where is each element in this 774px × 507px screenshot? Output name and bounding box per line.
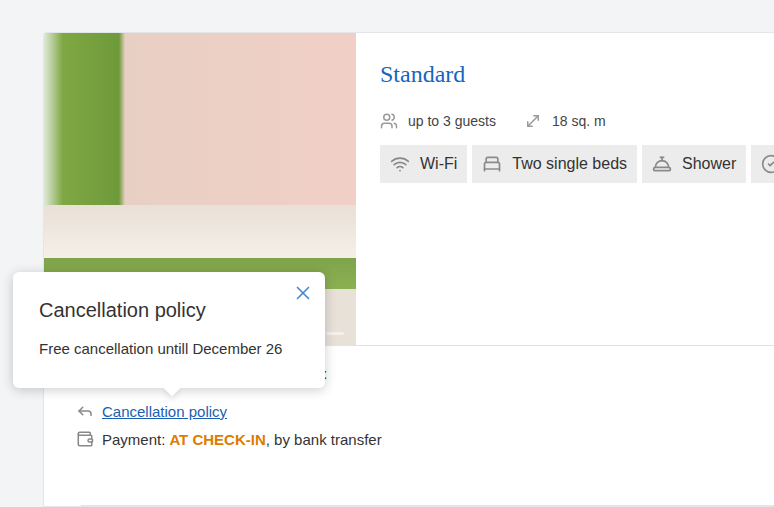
tooltip-title: Cancellation policy: [39, 298, 299, 322]
amenity-chip: [751, 145, 774, 183]
cancellation-row: Cancellation policy: [44, 400, 774, 422]
close-icon: [292, 282, 314, 304]
area-icon: [524, 112, 542, 130]
reply-icon: [76, 402, 94, 420]
page: Standard up to 3 guests 18 sq. m Wi-FiTwo s…: [0, 0, 774, 507]
cancellation-link[interactable]: Cancellation policy: [102, 403, 227, 420]
beds-icon: [482, 154, 502, 174]
room-card: Standard up to 3 guests 18 sq. m Wi-FiTwo s…: [43, 32, 774, 507]
area: 18 sq. m: [524, 112, 606, 130]
room-meta: up to 3 guests 18 sq. m: [380, 109, 774, 133]
guests: up to 3 guests: [380, 112, 496, 130]
amenity-chip: Two single beds: [472, 145, 637, 183]
amenity-chip: Wi-Fi: [380, 145, 467, 183]
amenities: Wi-FiTwo single bedsShower: [380, 145, 774, 183]
amenity-chip: Shower: [642, 145, 746, 183]
payment-row: Payment:AT CHECK-IN, by bank transfer: [44, 428, 774, 450]
cancellation-tooltip: Cancellation policy Free cancellation unt…: [13, 272, 325, 388]
divider: [81, 505, 774, 506]
wallet-icon: [76, 430, 94, 448]
wifi-icon: [390, 154, 410, 174]
close-button[interactable]: [292, 282, 314, 304]
room-title[interactable]: Standard: [380, 59, 774, 89]
tooltip-text: Free cancellation untill December 26: [39, 340, 299, 358]
check-icon: [761, 154, 774, 174]
guests-icon: [380, 112, 398, 130]
room-info: Standard up to 3 guests 18 sq. m Wi-FiTwo s…: [356, 33, 774, 345]
shower-icon: [652, 154, 672, 174]
payment-text: Payment:AT CHECK-IN, by bank transfer: [102, 431, 382, 448]
photo-dot[interactable]: [326, 332, 344, 335]
